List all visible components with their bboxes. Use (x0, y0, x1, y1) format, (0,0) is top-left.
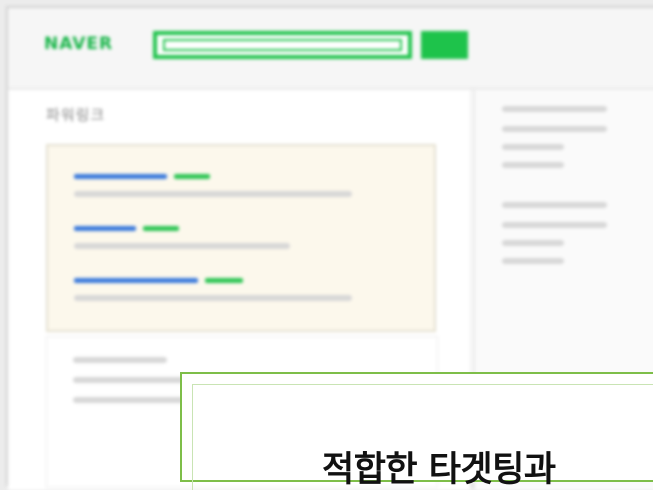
ad-description (74, 243, 290, 249)
popup-headline: 적합한 타겟팅과 (322, 450, 556, 490)
search-input[interactable] (163, 39, 402, 51)
right-text-line (502, 240, 564, 246)
browser-window: NAVER 파워링크 적합한 타겟팅과 (0, 0, 653, 490)
right-text-line (502, 106, 607, 112)
search-input-box[interactable] (153, 31, 412, 59)
right-text-line (502, 258, 564, 264)
ad-url-link[interactable] (174, 174, 210, 179)
right-text-line (502, 222, 607, 228)
ad-description (74, 295, 352, 301)
right-text-line (502, 144, 564, 150)
result-text-line (73, 357, 167, 363)
right-text-line (502, 162, 564, 168)
ad-url-link[interactable] (205, 278, 243, 283)
site-logo[interactable]: NAVER (44, 34, 113, 54)
result-text-line (73, 377, 197, 383)
ad-title-link[interactable] (74, 278, 198, 283)
ad-description (74, 191, 352, 197)
ad-url-link[interactable] (143, 226, 179, 231)
right-text-line (502, 202, 607, 208)
power-link-ad-box (46, 144, 436, 332)
ad-title-link[interactable] (74, 226, 136, 231)
search-button[interactable] (421, 31, 468, 59)
section-title: 파워링크 (46, 106, 106, 124)
right-text-line (502, 126, 607, 132)
result-text-line (73, 397, 197, 403)
ad-title-link[interactable] (74, 174, 167, 179)
